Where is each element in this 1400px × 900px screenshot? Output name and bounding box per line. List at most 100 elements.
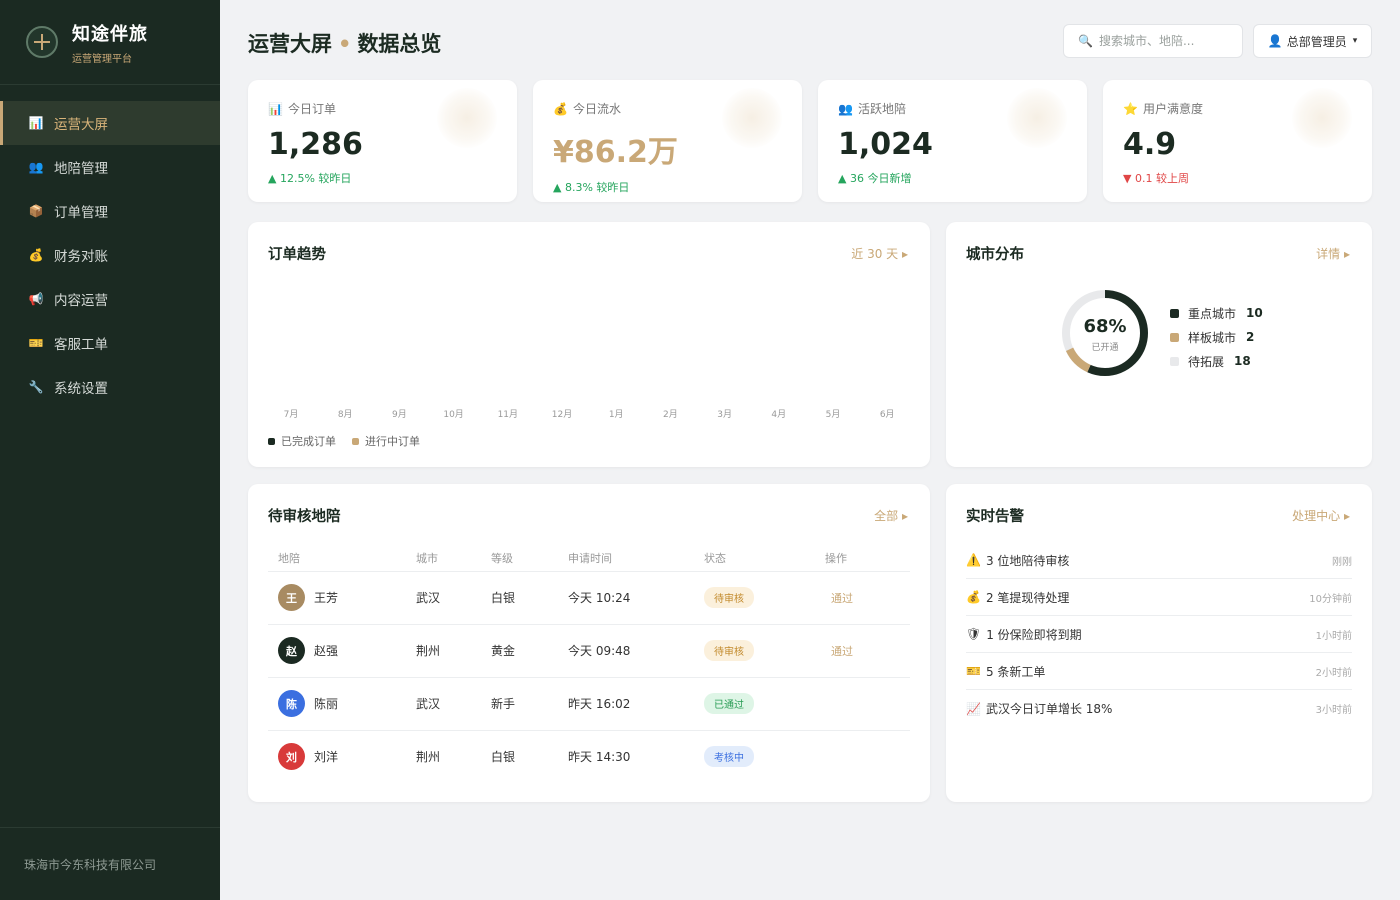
decorative-circle: [1007, 88, 1067, 148]
realtime-alerts-title: 实时告警: [966, 509, 1024, 525]
megaphone-icon: 📢: [28, 292, 44, 306]
sidebar-nav: 📊 运营大屏 👥 地陪管理 📦 订单管理 💰 财务对账 📢 内容运营 🎫 客服工单 🔧 系统设置: [0, 101, 220, 409]
alert-content: ⚠️ 3 位地陪待审核: [966, 552, 1069, 569]
guide-name: 刘洋: [314, 750, 339, 765]
alert-time: 2小时前: [1315, 667, 1352, 679]
title-separator: •: [338, 32, 352, 56]
column-header: 地陪: [268, 546, 406, 572]
cell-level: 新手: [481, 677, 558, 731]
legend-swatch: [1170, 356, 1179, 366]
column-header: 状态: [694, 546, 815, 572]
legend-swatch: [352, 437, 359, 445]
column-header: 城市: [406, 546, 481, 572]
chart-up-icon: 📈: [966, 701, 981, 716]
order-trend-card: 订单趋势 近 30 天 ▸ 已完成订单 进行中订单 7月 8月 9月 10月 11月 12月…: [248, 222, 930, 467]
company-footer: 珠海市今东科技有限公司: [0, 827, 220, 900]
column-header: 操作: [815, 546, 910, 572]
sidebar-item-3[interactable]: 📦 订单管理: [0, 189, 220, 233]
cell-level: 白银: [481, 571, 558, 625]
city-legend-item: 重点城市 10: [1170, 301, 1263, 325]
search-input[interactable]: [1098, 34, 1229, 48]
cell-time: 今天 09:48: [558, 624, 694, 678]
x-axis-tick-label: 7月: [283, 410, 299, 420]
bar-chart-icon: 📊: [268, 101, 283, 116]
user-menu-button[interactable]: 👤 总部管理员 ▾: [1253, 24, 1372, 58]
sidebar-item-2[interactable]: 👥 地陪管理: [0, 145, 220, 189]
pending-guides-card: 待审核地陪 全部 ▸ 地陪 城市 等级 申请时间 状态 操作 王王芳 武汉 白银 今天 10:2…: [248, 484, 930, 802]
guide-cell: 陈陈丽: [268, 677, 406, 731]
user-icon: 👤: [1267, 34, 1283, 48]
x-axis-tick-label: 6月: [879, 410, 895, 420]
page-title-main: 运营大屏: [248, 32, 332, 56]
table-row: 陈陈丽 武汉 新手 昨天 16:02 已通过: [268, 677, 910, 731]
legend-swatch: [268, 437, 275, 445]
decorative-circle: [437, 88, 497, 148]
guide-info: 王王芳: [278, 584, 406, 611]
sidebar-item-label: 财务对账: [54, 249, 108, 265]
alert-item[interactable]: 📈 武汉今日订单增长 18% 3小时前: [966, 690, 1352, 727]
city-details-link[interactable]: 详情 ▸: [1316, 245, 1350, 262]
sidebar-item-label: 客服工单: [54, 337, 108, 353]
pending-guides-title: 待审核地陪: [268, 509, 341, 525]
stat-card: 💰 今日流水 ¥86.2万 ▲ 8.3% 较昨日: [533, 80, 802, 202]
approve-button[interactable]: 通过: [825, 592, 853, 605]
approve-button[interactable]: 通过: [825, 645, 853, 658]
range-selector-link[interactable]: 近 30 天 ▸: [851, 245, 908, 262]
cell-level: 白银: [491, 750, 516, 765]
sidebar-item-label: 地陪管理: [54, 161, 108, 177]
legend-item: 已完成订单: [268, 433, 336, 449]
alert-text: 5 条新工单: [985, 664, 1046, 679]
stat-label-text: 今日订单: [287, 102, 336, 116]
sidebar-item-label: 内容运营: [54, 293, 108, 309]
sidebar-item-7[interactable]: 🔧 系统设置: [0, 365, 220, 409]
city-legend-value: 2: [1246, 330, 1255, 344]
column-header: 申请时间: [558, 546, 694, 572]
column-header: 等级: [481, 546, 558, 572]
order-trend-title: 订单趋势: [268, 247, 326, 263]
alert-item[interactable]: ⚠️ 3 位地陪待审核 刚刚: [966, 542, 1352, 579]
status-badge: 考核中: [704, 746, 754, 768]
guide-info: 刘刘洋: [278, 743, 406, 771]
guide-cell: 刘刘洋: [268, 730, 406, 783]
pending-guides-table: 地陪 城市 等级 申请时间 状态 操作 王王芳 武汉 白银 今天 10:24 待审核 通过赵赵强 荆州…: [268, 546, 910, 783]
sidebar: 知途伴旅 运营管理平台 📊 运营大屏 👥 地陪管理 📦 订单管理 💰 财务对账 📢 内容运营 🎫 客服…: [0, 0, 220, 900]
sidebar-item-1[interactable]: 📊 运营大屏: [0, 101, 220, 145]
guide-info: 赵赵强: [278, 637, 406, 664]
sidebar-item-4[interactable]: 💰 财务对账: [0, 233, 220, 277]
brand: 知途伴旅 运营管理平台: [0, 0, 220, 85]
users-icon: 👥: [28, 160, 44, 174]
sidebar-item-5[interactable]: 📢 内容运营: [0, 277, 220, 321]
guide-cell: 赵赵强: [268, 624, 406, 678]
alert-item[interactable]: 💰 2 笔提现待处理 10分钟前: [966, 579, 1352, 616]
donut-center-label: 已开通: [1091, 343, 1119, 353]
compass-logo-icon: [26, 26, 58, 58]
realtime-alerts-card: 实时告警 处理中心 ▸ ⚠️ 3 位地陪待审核 刚刚 💰 2 笔提现待处理 10分钟前 🛡 1…: [946, 484, 1372, 802]
alert-item[interactable]: 🎫 5 条新工单 2小时前: [966, 653, 1352, 690]
guide-cell: 王王芳: [268, 571, 406, 625]
alert-text: 3 位地陪待审核: [985, 553, 1070, 568]
cell-time: 昨天 16:02: [558, 677, 694, 731]
guide-name: 王芳: [314, 591, 339, 605]
status-badge: 待审核: [704, 587, 754, 608]
cell-status: 已通过: [694, 677, 815, 731]
brand-subtitle: 运营管理平台: [72, 53, 132, 65]
stat-card: ⭐ 用户满意度 4.9 ▼ 0.1 较上周: [1103, 80, 1372, 202]
avatar: 刘: [278, 743, 305, 771]
cell-time: 昨天 14:30: [568, 750, 631, 765]
sidebar-item-6[interactable]: 🎫 客服工单: [0, 321, 220, 365]
package-icon: 📦: [28, 204, 44, 218]
cell-action: 通过: [815, 571, 910, 625]
legend-label: 已完成订单: [281, 435, 336, 448]
alert-content: 📈 武汉今日订单增长 18%: [966, 700, 1112, 717]
x-axis-tick-label: 3月: [717, 410, 732, 420]
legend-swatch: [1170, 308, 1179, 318]
alert-list: ⚠️ 3 位地陪待审核 刚刚 💰 2 笔提现待处理 10分钟前 🛡 1 份保险即将到期 1小时前…: [966, 542, 1352, 727]
cell-city: 武汉: [406, 677, 481, 731]
avatar: 王: [278, 584, 305, 611]
alert-item[interactable]: 🛡 1 份保险即将到期 1小时前: [966, 616, 1352, 653]
search-box[interactable]: 🔍: [1063, 24, 1243, 58]
stat-delta: ▲ 8.3% 较昨日: [553, 181, 630, 194]
alert-text: 2 笔提现待处理: [985, 590, 1070, 605]
processing-center-link[interactable]: 处理中心 ▸: [1292, 507, 1350, 524]
view-all-link[interactable]: 全部 ▸: [874, 507, 908, 524]
